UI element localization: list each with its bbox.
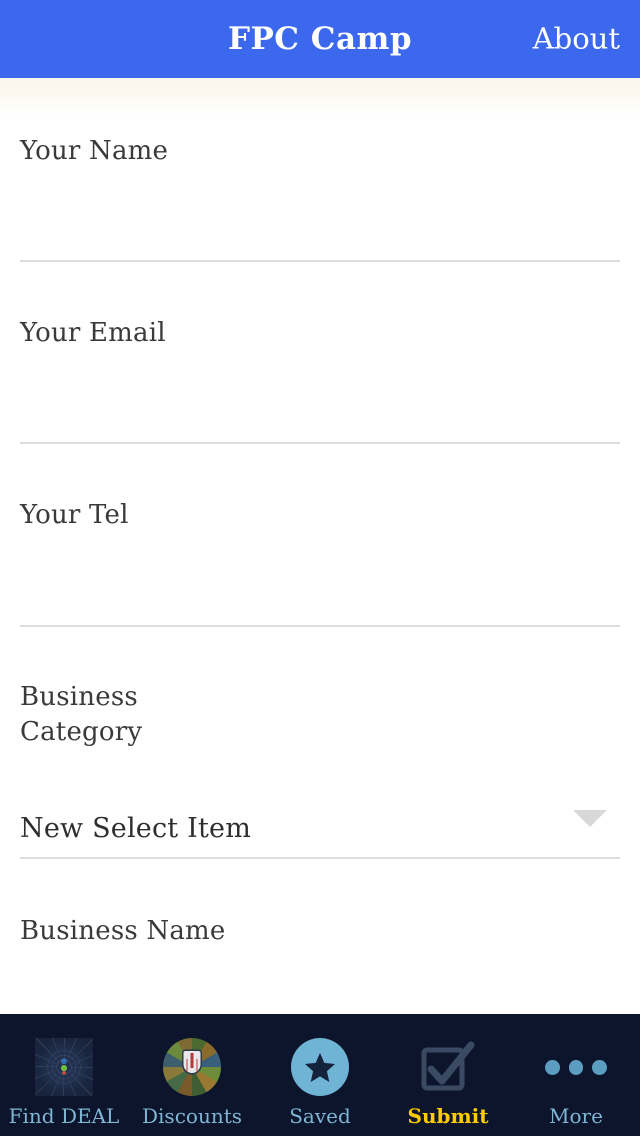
- about-button[interactable]: About: [533, 24, 620, 54]
- tab-find-deal[interactable]: Find DEAL: [0, 1014, 128, 1136]
- star-circle-icon: [289, 1036, 351, 1098]
- field-your-name: Your Name: [20, 134, 620, 255]
- tab-saved[interactable]: Saved: [256, 1014, 384, 1136]
- your-tel-input[interactable]: [20, 566, 620, 619]
- your-name-input[interactable]: [20, 202, 620, 255]
- field-rule-your-email: [20, 442, 620, 444]
- tab-label-discounts: Discounts: [142, 1104, 242, 1128]
- business-name-input[interactable]: [20, 982, 620, 1014]
- field-rule-business-category: [20, 857, 620, 859]
- field-business-category: Business Category: [20, 680, 320, 749]
- tab-label-find-deal: Find DEAL: [8, 1104, 120, 1128]
- tab-label-more: More: [549, 1104, 603, 1128]
- field-label-business-category: Business Category: [20, 682, 143, 747]
- tab-more[interactable]: More: [512, 1014, 640, 1136]
- stained-glass-image-icon: [161, 1036, 223, 1098]
- bottom-tab-bar: Find DEAL Discounts Saved Submit More: [0, 1014, 640, 1136]
- field-label-your-name: Your Name: [20, 136, 169, 166]
- your-email-input[interactable]: [20, 384, 620, 437]
- app-header: FPC Camp About: [0, 0, 640, 78]
- submit-form: Your Name Your Email Your Tel Business C…: [0, 78, 640, 1014]
- field-your-tel: Your Tel: [20, 498, 620, 619]
- tab-discounts[interactable]: Discounts: [128, 1014, 256, 1136]
- three-dots-icon: [545, 1036, 608, 1098]
- field-your-email: Your Email: [20, 316, 620, 437]
- tab-label-saved: Saved: [289, 1104, 351, 1128]
- business-category-selected-value: New Select Item: [20, 813, 252, 844]
- field-label-your-email: Your Email: [20, 318, 166, 348]
- chevron-down-icon[interactable]: [573, 810, 607, 827]
- tab-submit[interactable]: Submit: [384, 1014, 512, 1136]
- field-label-business-name: Business Name: [20, 916, 226, 946]
- web-rosette-image-icon: [33, 1036, 95, 1098]
- checkbox-check-icon: [417, 1036, 479, 1098]
- field-rule-your-name: [20, 260, 620, 262]
- tab-label-submit: Submit: [407, 1104, 489, 1128]
- app-root: FPC Camp About Your Name Your Email Your…: [0, 0, 640, 1136]
- field-business-name: Business Name: [20, 914, 620, 1014]
- field-label-your-tel: Your Tel: [20, 500, 129, 530]
- business-category-select[interactable]: New Select Item: [20, 806, 620, 852]
- page-title: FPC Camp: [227, 20, 413, 57]
- field-rule-your-tel: [20, 625, 620, 627]
